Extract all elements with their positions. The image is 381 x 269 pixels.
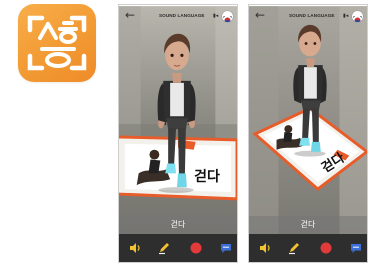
speaker-small-icon[interactable]: ▮◂ bbox=[343, 13, 348, 19]
ar-screen-front: 걷다 ← SOUND LANGUAGE ▮◂ 걷다 bbox=[118, 4, 238, 263]
ar-screen-angled: 걷다 ← SOUND LANGUAGE ▮◂ 걷다 bbox=[248, 4, 368, 263]
korea-flag-icon[interactable] bbox=[352, 11, 363, 22]
speaker-icon[interactable] bbox=[258, 241, 272, 255]
pencil-icon[interactable] bbox=[157, 241, 171, 255]
word-label: 걷다 bbox=[170, 220, 186, 229]
word-label: 걷다 bbox=[300, 220, 316, 229]
camera-hangul-icon bbox=[27, 15, 87, 71]
speaker-small-icon[interactable]: ▮◂ bbox=[213, 13, 218, 19]
word-label-strip: 걷다 bbox=[119, 216, 237, 234]
back-arrow-icon[interactable]: ← bbox=[125, 8, 135, 22]
card-word: 걷다 bbox=[319, 150, 348, 176]
chat-bubble-icon[interactable] bbox=[219, 241, 233, 255]
sound-language-label[interactable]: SOUND LANGUAGE bbox=[289, 13, 335, 18]
speaker-icon[interactable] bbox=[128, 241, 142, 255]
app-icon[interactable] bbox=[18, 4, 96, 82]
pencil-icon[interactable] bbox=[287, 241, 301, 255]
back-arrow-icon[interactable]: ← bbox=[255, 8, 265, 22]
bottom-toolbar bbox=[249, 234, 367, 262]
record-icon[interactable] bbox=[319, 241, 333, 255]
record-icon[interactable] bbox=[189, 241, 203, 255]
top-bar: ← SOUND LANGUAGE ▮◂ bbox=[119, 5, 237, 27]
bottom-toolbar bbox=[119, 234, 237, 262]
korea-flag-icon[interactable] bbox=[222, 11, 233, 22]
card-word: 걷다 bbox=[194, 168, 220, 185]
chat-bubble-icon[interactable] bbox=[349, 241, 363, 255]
top-bar: ← SOUND LANGUAGE ▮◂ bbox=[249, 5, 367, 27]
word-label-strip: 걷다 bbox=[249, 216, 367, 234]
sound-language-label[interactable]: SOUND LANGUAGE bbox=[159, 13, 205, 18]
